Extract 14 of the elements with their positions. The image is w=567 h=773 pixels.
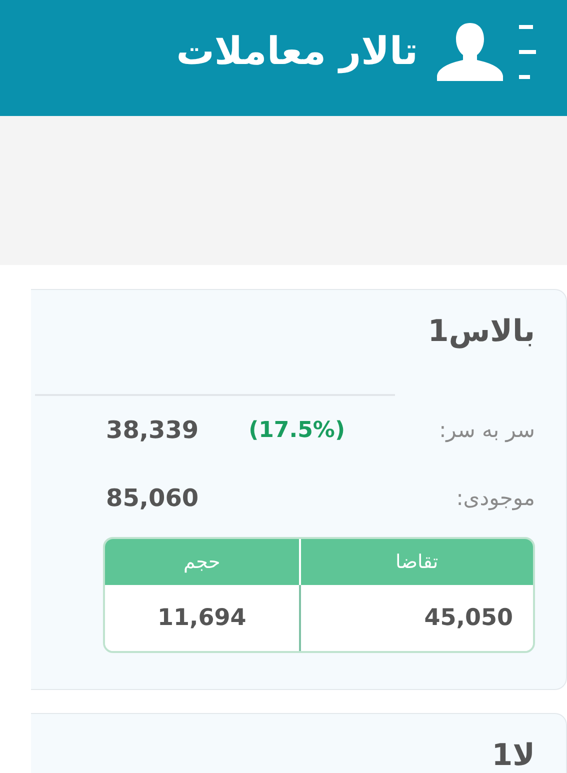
stock-name: بالاس1 [426, 313, 535, 351]
table-cell: 45,050 [298, 585, 533, 651]
change-percent: (17.5%) [248, 418, 345, 442]
table-cell: 11,694 [105, 585, 299, 651]
stock-name: لا1 [490, 737, 535, 773]
stat-value: 38,339 [106, 416, 199, 444]
stat-value: 85,060 [106, 484, 199, 512]
page-title: تالار معاملات [176, 29, 418, 73]
column-header: حجم [105, 539, 299, 585]
column-header: تقاضا [298, 539, 533, 585]
stat-label: موجودی: [455, 486, 535, 510]
user-icon[interactable] [436, 21, 504, 83]
menu-icon[interactable] [519, 25, 536, 79]
stat-label: سر به سر: [438, 418, 535, 442]
